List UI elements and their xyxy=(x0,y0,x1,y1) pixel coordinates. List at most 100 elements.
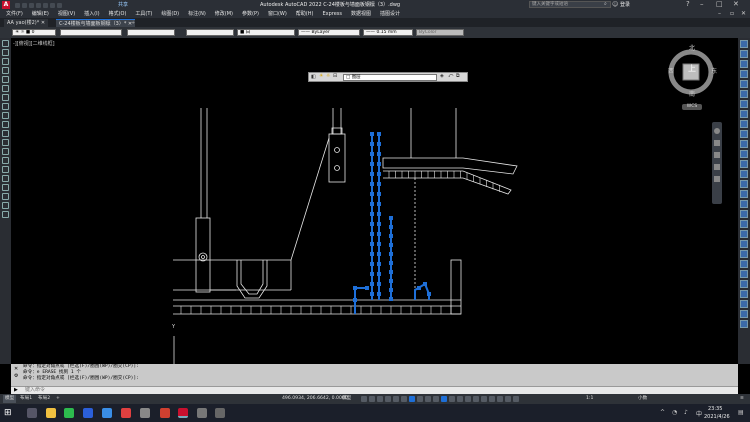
grip-handle[interactable] xyxy=(370,292,374,296)
modify-tool-icon[interactable] xyxy=(740,70,748,78)
status-toggle-icon[interactable] xyxy=(401,396,407,402)
status-toggle-icon[interactable] xyxy=(513,396,519,402)
menu-item[interactable]: 视图(V) xyxy=(58,10,75,18)
save-icon[interactable] xyxy=(29,3,34,8)
app-icon-5[interactable] xyxy=(197,408,207,418)
modify-tool-icon[interactable] xyxy=(740,40,748,48)
saveas-icon[interactable] xyxy=(36,3,41,8)
menu-close-icon[interactable]: ✕ xyxy=(741,10,746,17)
polygon-icon[interactable] xyxy=(2,67,9,74)
grip-handle[interactable] xyxy=(370,272,374,276)
grip-handle[interactable] xyxy=(370,142,374,146)
grip-handle[interactable] xyxy=(389,216,393,220)
share-button[interactable]: 共享 xyxy=(118,1,128,9)
status-toggle-icon[interactable] xyxy=(369,396,375,402)
status-toggle-icon[interactable] xyxy=(497,396,503,402)
menu-item[interactable]: 文件(F) xyxy=(6,10,23,18)
grip-handle[interactable] xyxy=(370,212,374,216)
menu-item[interactable]: 参数(P) xyxy=(242,10,259,18)
command-close-icon[interactable]: ✕ xyxy=(14,366,18,372)
grip-handle[interactable] xyxy=(370,152,374,156)
app-icon-orange[interactable] xyxy=(160,408,170,418)
arc-icon[interactable] xyxy=(2,85,9,92)
menu-item[interactable]: 标注(N) xyxy=(188,10,206,18)
style-dropdown[interactable] xyxy=(60,29,122,36)
browser-icon[interactable] xyxy=(102,408,112,418)
mtext-icon[interactable] xyxy=(2,202,9,209)
modify-tool-icon[interactable] xyxy=(740,150,748,158)
polyline-icon[interactable] xyxy=(2,49,9,56)
autocad-taskbar-icon[interactable] xyxy=(178,408,188,418)
grip-handle[interactable] xyxy=(377,232,381,236)
modify-tool-icon[interactable] xyxy=(740,290,748,298)
close-icon[interactable]: ✕ xyxy=(733,0,739,8)
redo-icon[interactable] xyxy=(57,3,62,8)
grip-handle[interactable] xyxy=(370,232,374,236)
modify-tool-icon[interactable] xyxy=(740,200,748,208)
network-icon[interactable]: ◔ xyxy=(672,409,677,416)
modify-tool-icon[interactable] xyxy=(740,180,748,188)
add-selected-icon[interactable] xyxy=(2,211,9,218)
dimstyle-dropdown[interactable] xyxy=(127,29,175,36)
grip-handle[interactable] xyxy=(377,282,381,286)
status-toggle-icon[interactable] xyxy=(441,396,447,402)
plotstyle-dropdown[interactable]: ByColor xyxy=(416,29,464,36)
grip-handle[interactable] xyxy=(377,272,381,276)
modify-tool-icon[interactable] xyxy=(740,310,748,318)
grip-handle[interactable] xyxy=(370,172,374,176)
menu-item[interactable]: 修改(M) xyxy=(215,10,233,18)
search-box[interactable]: 键入关键字或短语 ⌕ xyxy=(529,1,611,8)
maximize-icon[interactable]: □ xyxy=(716,0,723,8)
modify-tool-icon[interactable] xyxy=(740,230,748,238)
grip-handle[interactable] xyxy=(377,292,381,296)
modify-tool-icon[interactable] xyxy=(740,80,748,88)
modify-tool-icon[interactable] xyxy=(740,100,748,108)
wechat-icon[interactable] xyxy=(64,408,74,418)
point-icon[interactable] xyxy=(2,157,9,164)
grip-handle[interactable] xyxy=(427,292,431,296)
layer-dropdown[interactable]: ☀ ☼ ■ 0 xyxy=(12,29,56,36)
modify-tool-icon[interactable] xyxy=(740,90,748,98)
status-toggle-icon[interactable] xyxy=(481,396,487,402)
clock-date[interactable]: 2021/4/26 xyxy=(704,414,730,420)
grip-handle[interactable] xyxy=(353,298,357,302)
grip-handle[interactable] xyxy=(377,192,381,196)
modify-tool-icon[interactable] xyxy=(740,140,748,148)
insert-block-icon[interactable] xyxy=(2,139,9,146)
grip-handle[interactable] xyxy=(370,252,374,256)
menu-item[interactable]: 插图设计 xyxy=(380,10,400,18)
xline-icon[interactable] xyxy=(2,58,9,65)
volume-icon[interactable]: ♪ xyxy=(684,409,688,416)
status-toggle-icon[interactable] xyxy=(473,396,479,402)
grip-handle[interactable] xyxy=(377,202,381,206)
modify-tool-icon[interactable] xyxy=(740,170,748,178)
grip-handle[interactable] xyxy=(370,242,374,246)
modify-tool-icon[interactable] xyxy=(740,190,748,198)
modify-tool-icon[interactable] xyxy=(740,320,748,328)
grip-handle[interactable] xyxy=(370,162,374,166)
grip-handle[interactable] xyxy=(370,202,374,206)
grip-handle[interactable] xyxy=(377,182,381,186)
modify-tool-icon[interactable] xyxy=(740,260,748,268)
annotation-scale[interactable]: 1:1 xyxy=(586,395,593,403)
grip-handle[interactable] xyxy=(370,132,374,136)
grip-handle[interactable] xyxy=(377,172,381,176)
clock-time[interactable]: 23:35 xyxy=(708,406,722,412)
taskview-icon[interactable] xyxy=(27,408,37,418)
grip-handle[interactable] xyxy=(389,279,393,283)
grip-handle[interactable] xyxy=(377,162,381,166)
grip-handle[interactable] xyxy=(377,252,381,256)
ellipse-arc-icon[interactable] xyxy=(2,130,9,137)
status-toggle-icon[interactable] xyxy=(393,396,399,402)
circle-icon[interactable] xyxy=(2,94,9,101)
menu-item[interactable]: Express xyxy=(322,10,342,18)
status-toggle-icon[interactable] xyxy=(361,396,367,402)
grip-handle[interactable] xyxy=(377,212,381,216)
modify-tool-icon[interactable] xyxy=(740,250,748,258)
modify-tool-icon[interactable] xyxy=(740,270,748,278)
line-icon[interactable] xyxy=(2,40,9,47)
grip-handle[interactable] xyxy=(377,132,381,136)
layout-tab-2[interactable]: 布局2 xyxy=(38,395,50,403)
rectangle-icon[interactable] xyxy=(2,76,9,83)
linetype-dropdown[interactable]: —— ByLayer xyxy=(298,29,360,36)
